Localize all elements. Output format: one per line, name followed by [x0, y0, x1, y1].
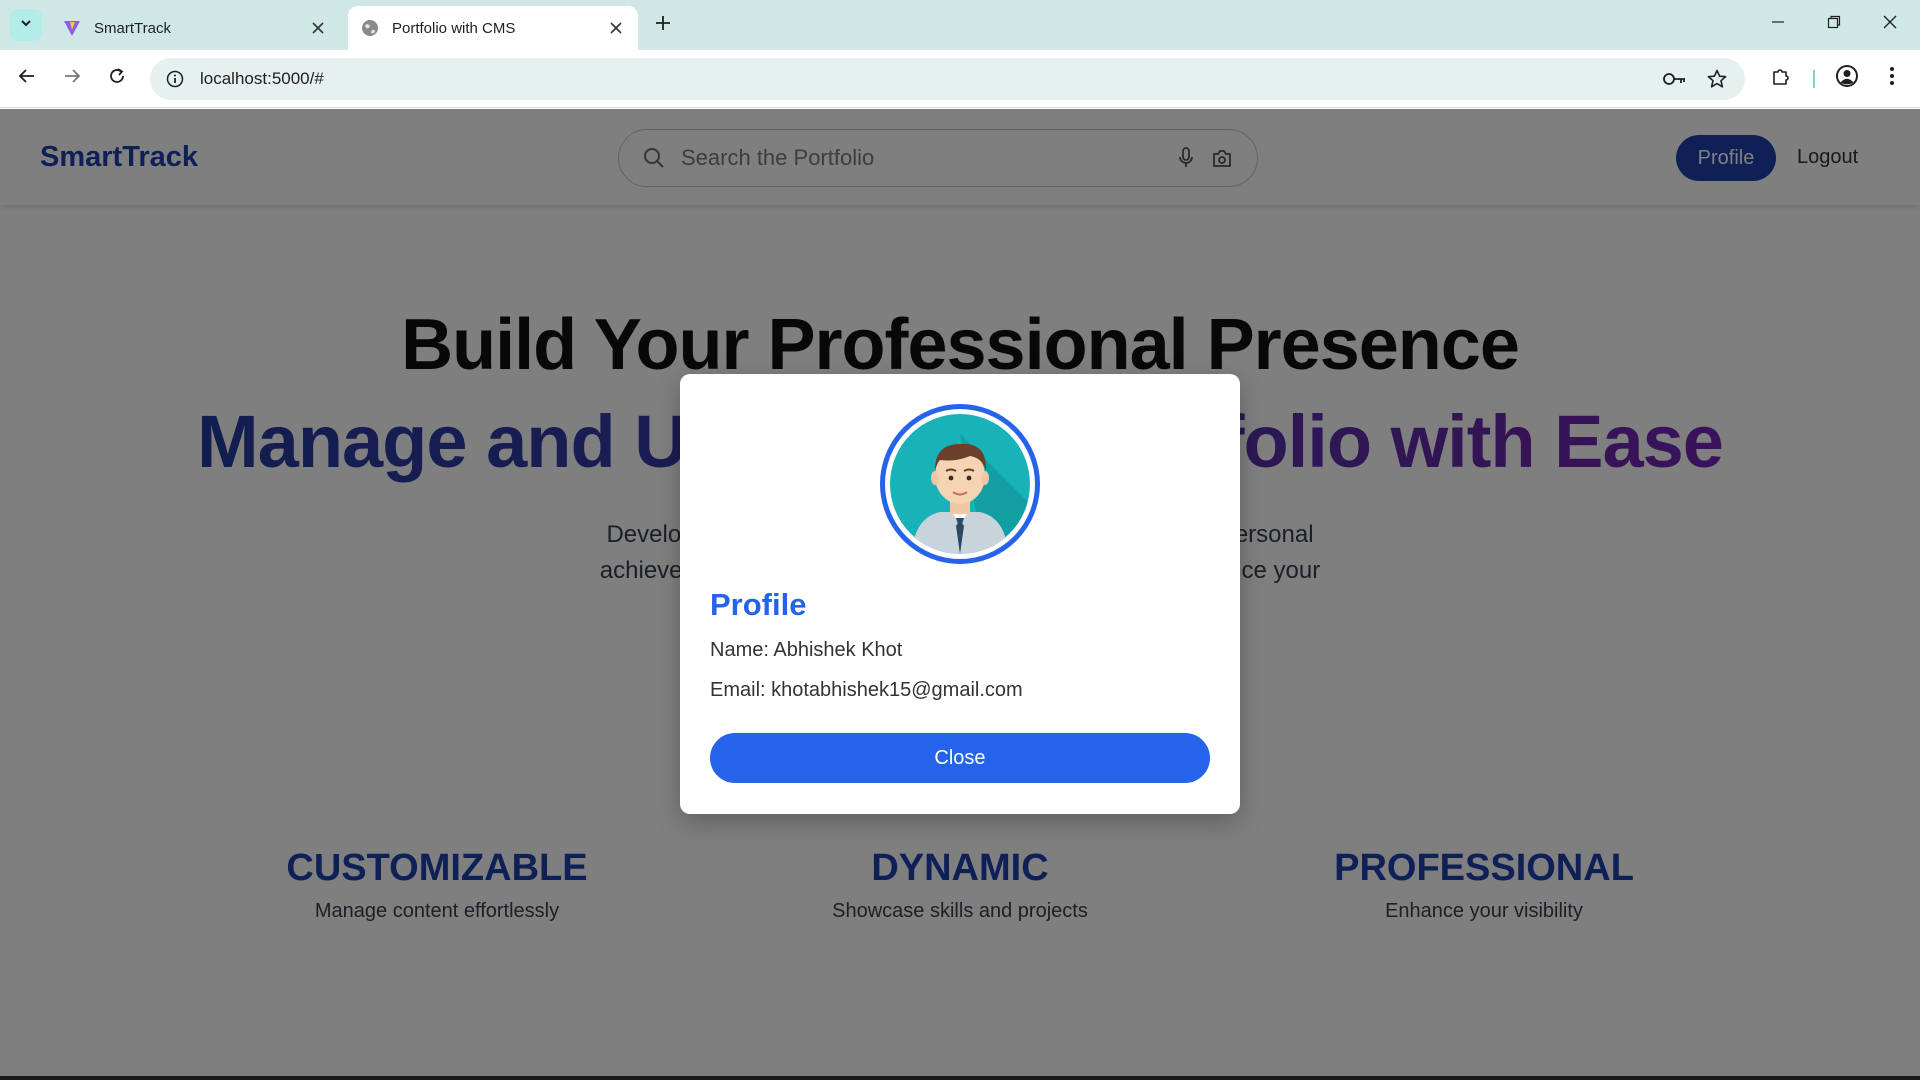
more-vertical-icon — [1889, 66, 1895, 91]
tab-title: Portfolio with CMS — [392, 19, 516, 37]
account-icon — [1835, 64, 1859, 93]
minimize-button[interactable] — [1758, 6, 1798, 42]
profile-name: Name: Abhishek Khot — [710, 639, 903, 661]
tab-portfolio[interactable]: Portfolio with CMS — [348, 6, 638, 50]
minimize-icon — [1771, 15, 1785, 34]
close-icon — [1883, 15, 1897, 34]
extensions-button[interactable] — [1764, 61, 1798, 95]
reload-button[interactable] — [100, 61, 134, 95]
tab-smarttrack[interactable]: SmartTrack — [50, 6, 340, 50]
restore-button[interactable] — [1814, 6, 1854, 42]
site-info-icon[interactable] — [158, 62, 192, 96]
arrow-right-icon — [63, 67, 81, 90]
avatar — [880, 404, 1040, 564]
star-icon[interactable] — [1700, 62, 1734, 96]
back-button[interactable] — [10, 61, 44, 95]
close-button[interactable]: Close — [710, 733, 1210, 783]
arrow-left-icon — [18, 67, 36, 90]
password-key-icon[interactable] — [1658, 62, 1692, 96]
toolbar-divider — [1813, 70, 1815, 88]
tab-strip: SmartTrack Portfolio with CMS — [0, 0, 1920, 50]
restore-icon — [1827, 15, 1841, 34]
tab-title: SmartTrack — [94, 19, 171, 37]
window-bottom-border — [0, 1076, 1920, 1080]
profile-modal: Profile Name: Abhishek Khot Email: khota… — [680, 374, 1240, 814]
close-tab-icon[interactable] — [602, 14, 630, 42]
globe-icon — [360, 18, 380, 38]
reload-icon — [108, 67, 126, 90]
forward-button[interactable] — [55, 61, 89, 95]
close-window-button[interactable] — [1870, 6, 1910, 42]
browser-menu-button[interactable] — [1875, 61, 1909, 95]
chevron-down-icon — [19, 16, 33, 35]
page: SmartTrack Profile Logout Build Your Pro… — [0, 109, 1920, 1076]
profile-menu-button[interactable] — [1830, 61, 1864, 95]
tab-search-button[interactable] — [10, 9, 42, 41]
new-tab-button[interactable] — [648, 10, 678, 40]
modal-title: Profile — [710, 587, 807, 622]
user-avatar-icon — [890, 414, 1030, 554]
close-tab-icon[interactable] — [304, 14, 332, 42]
vite-icon — [62, 18, 82, 38]
puzzle-icon — [1771, 66, 1791, 91]
browser-toolbar: localhost:5000/# — [0, 50, 1920, 108]
address-bar[interactable]: localhost:5000/# — [150, 58, 1745, 100]
plus-icon — [655, 15, 671, 36]
url-text: localhost:5000/# — [200, 69, 324, 88]
profile-email: Email: khotabhishek15@gmail.com — [710, 679, 1023, 701]
